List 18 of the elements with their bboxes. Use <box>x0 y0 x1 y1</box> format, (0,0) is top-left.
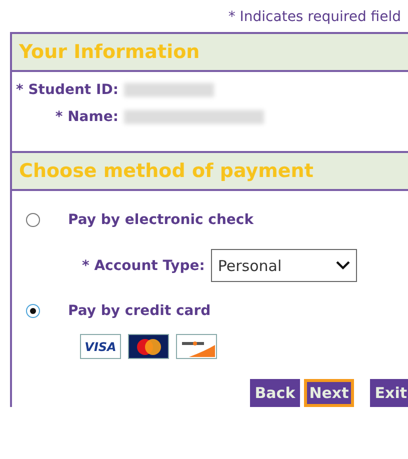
field-label: * Student ID: <box>16 82 118 98</box>
option-label[interactable]: Pay by electronic check <box>68 212 254 228</box>
option-label[interactable]: Pay by credit card <box>68 303 211 319</box>
section-heading: Choose method of payment <box>12 151 408 191</box>
section-heading: Your Information <box>12 32 408 72</box>
account-type-select[interactable]: Personal <box>210 249 357 282</box>
required-field-note: * Indicates required field <box>227 8 402 27</box>
field-label: * Name: <box>55 109 118 125</box>
radio-button[interactable] <box>26 304 40 318</box>
chevron-down-icon <box>336 261 350 270</box>
field-label: * Account Type: <box>82 258 205 274</box>
visa-card-logo: VISA <box>80 334 121 359</box>
discover-logo-icon <box>176 334 217 359</box>
back-button[interactable]: Back <box>250 379 300 407</box>
next-button[interactable]: Next <box>304 379 354 407</box>
exit-button[interactable]: Exit <box>370 379 408 407</box>
radio-button[interactable] <box>26 213 40 227</box>
mastercard-logo-icon <box>128 334 169 359</box>
